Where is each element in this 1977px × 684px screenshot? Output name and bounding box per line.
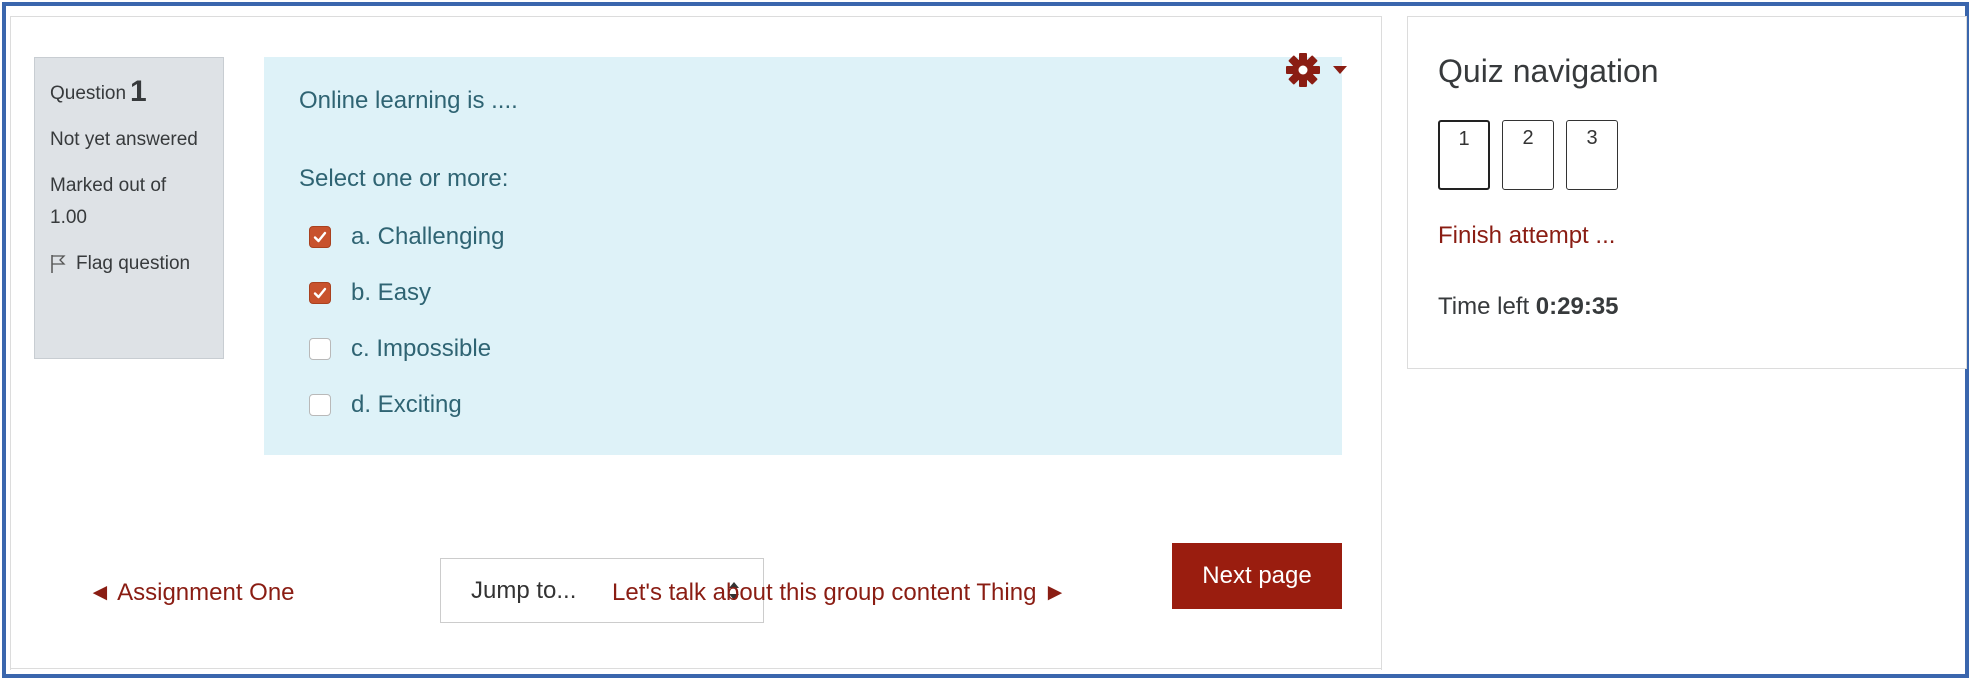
question-actions-menu[interactable]	[1284, 50, 1356, 90]
question-content: Online learning is .... Select one or mo…	[264, 57, 1342, 455]
answer-option[interactable]: a. Challenging	[309, 209, 504, 265]
finish-attempt-link[interactable]: Finish attempt ...	[1438, 222, 1615, 250]
caret-down-icon	[1333, 66, 1347, 74]
question-prompt: Select one or more:	[299, 165, 509, 192]
question-text: Online learning is ....	[299, 87, 518, 114]
checkbox-unchecked[interactable]	[309, 338, 331, 360]
panel-divider	[10, 668, 1382, 669]
answer-label: d. Exciting	[351, 391, 462, 418]
question-label: Question	[50, 83, 127, 104]
question-number: 1	[130, 75, 147, 108]
previous-activity-link[interactable]: ◄ Assignment One	[88, 579, 295, 607]
checkbox-checked[interactable]	[309, 282, 331, 304]
question-number-row: Question 1	[50, 76, 208, 110]
check-icon	[313, 287, 327, 299]
next-activity-link[interactable]: Let's talk about this group content Thin…	[612, 579, 1067, 607]
time-left: Time left 0:29:35	[1438, 293, 1619, 321]
answer-label: c. Impossible	[351, 335, 492, 362]
answer-label: a. Challenging	[351, 223, 505, 250]
flag-question-toggle[interactable]: Flag question	[50, 248, 208, 280]
answer-label: b. Easy	[351, 279, 432, 306]
flag-icon	[51, 255, 66, 273]
check-icon	[313, 231, 327, 243]
answer-option[interactable]: d. Exciting	[309, 377, 504, 433]
quiz-nav-question-2[interactable]: 2	[1502, 120, 1554, 190]
question-status: Not yet answered	[50, 129, 198, 150]
flag-question-label: Flag question	[76, 253, 191, 274]
question-info: Question 1 Not yet answered Marked out of…	[34, 57, 224, 359]
jump-to-label: Jump to...	[471, 576, 577, 604]
answer-option[interactable]: b. Easy	[309, 265, 504, 321]
answer-options: a. Challenging b. Easy c. Impossible d. …	[309, 209, 504, 433]
quiz-nav-question-1[interactable]: 1	[1438, 120, 1490, 190]
gear-icon	[1286, 53, 1320, 87]
question-marks: Marked out of 1.00	[50, 175, 167, 228]
checkbox-unchecked[interactable]	[309, 394, 331, 416]
quiz-navigation-block: Quiz navigation 1 2 3 Finish attempt ...…	[1407, 16, 1967, 369]
quiz-navigation-title: Quiz navigation	[1438, 53, 1659, 89]
next-page-button[interactable]: Next page	[1172, 543, 1342, 609]
time-left-value: 0:29:35	[1535, 293, 1619, 320]
checkbox-checked[interactable]	[309, 226, 331, 248]
quiz-nav-question-3[interactable]: 3	[1566, 120, 1618, 190]
answer-option[interactable]: c. Impossible	[309, 321, 504, 377]
time-left-label: Time left	[1438, 293, 1530, 320]
